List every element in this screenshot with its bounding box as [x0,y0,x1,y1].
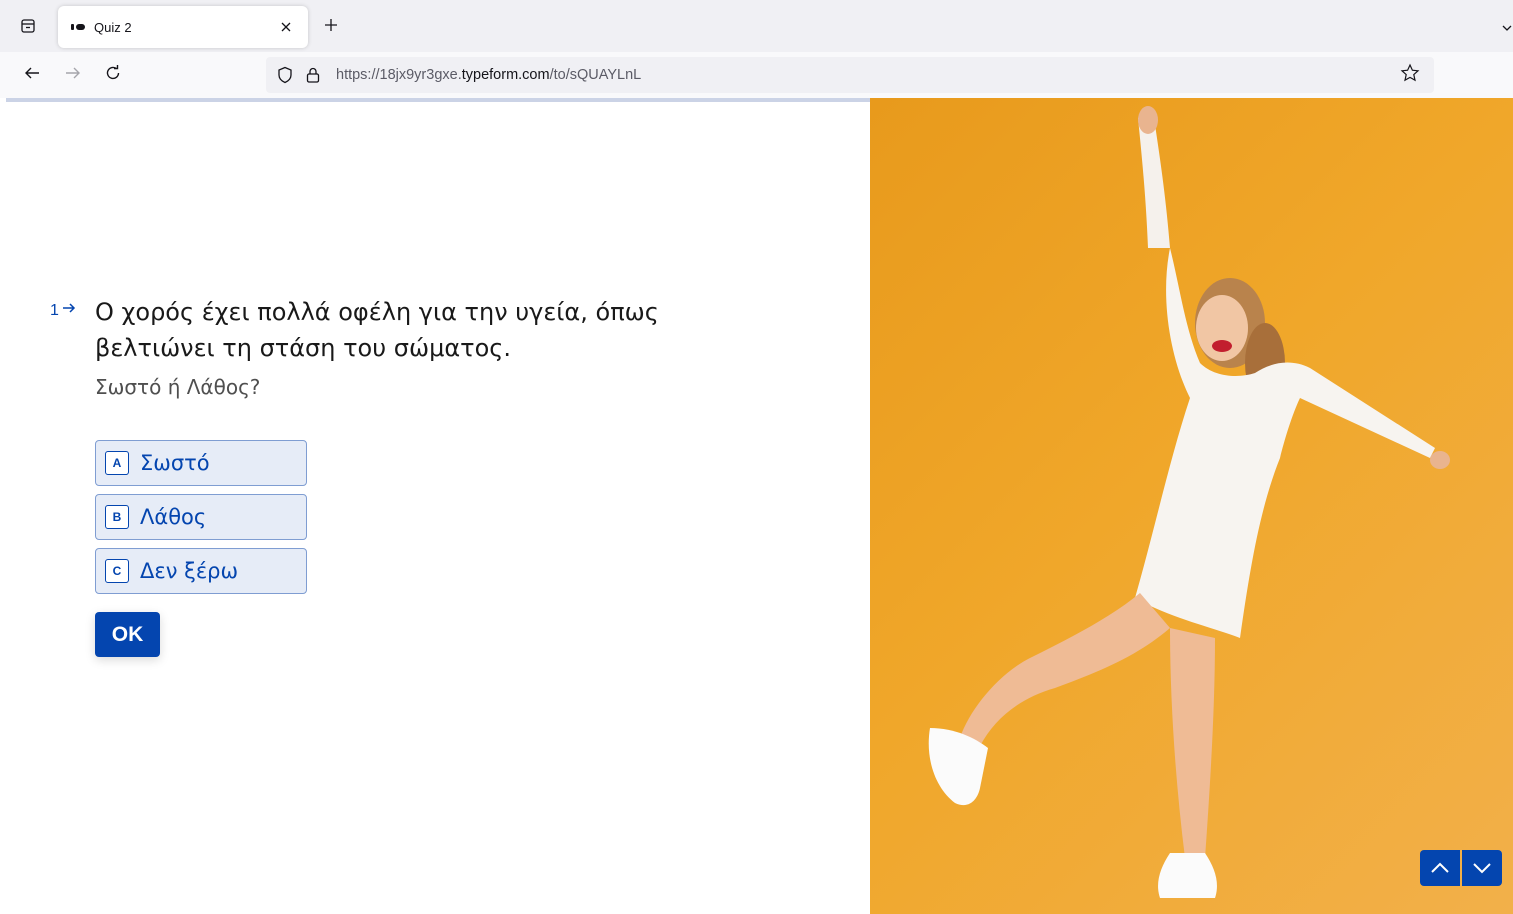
dancer-illustration [928,106,1450,898]
chevron-down-icon [1500,23,1513,38]
choice-key: A [105,451,129,475]
next-question-button[interactable] [1462,850,1502,886]
address-bar[interactable]: https://18jx9yr3gxe.typeform.com/to/sQUA… [266,57,1434,93]
browser-tab[interactable]: Quiz 2 [58,6,308,48]
star-icon [1400,63,1420,87]
choice-a[interactable]: A Σωστό [95,440,307,486]
typeform-page: 1 Ο χορός έχει πολλά οφέλη για την υγεία… [0,98,1513,914]
back-arrow-icon [23,64,41,86]
question-number-value: 1 [50,301,59,319]
tab-title: Quiz 2 [94,19,132,35]
choices-list: A Σωστό B Λάθος C Δεν ξέρω [95,440,307,602]
tracking-shield-icon[interactable] [274,64,296,86]
chevron-up-icon [1430,859,1450,878]
url-domain: typeform.com [461,67,550,83]
previous-question-button[interactable] [1420,850,1460,886]
choice-label: Σωστό [140,451,210,475]
arrow-right-icon [61,301,77,320]
question-number: 1 [50,301,77,320]
bookmark-button[interactable] [1398,63,1422,87]
lock-icon[interactable] [302,64,324,86]
progress-bar [6,98,870,102]
url-path: /to/sQUAYLnL [549,67,642,83]
chevron-down-icon [1472,859,1492,878]
navigation-toolbar: https://18jx9yr3gxe.typeform.com/to/sQUA… [0,52,1513,98]
choice-key: C [105,559,129,583]
question-title: Ο χορός έχει πολλά οφέλη για την υγεία, … [95,298,659,362]
woman-dancing-photo [870,98,1513,914]
ok-button[interactable]: OK [95,612,160,657]
new-tab-button[interactable] [318,14,344,40]
typeform-favicon-icon [70,19,86,35]
close-tab-button[interactable] [276,17,296,37]
question-navigation [1420,850,1502,886]
forward-button[interactable] [60,62,86,88]
url-prefix: https://18jx9yr3gxe. [336,67,462,83]
close-icon [280,18,292,37]
forward-arrow-icon [64,64,82,86]
tab-strip: Quiz 2 [0,0,1513,52]
choice-b[interactable]: B Λάθος [95,494,307,540]
tab-list-button[interactable] [14,14,42,42]
choice-label: Λάθος [140,505,207,529]
question-subtitle: Σωστό ή Λάθος? [95,375,261,399]
reload-icon [104,64,122,86]
question-block: 1 Ο χορός έχει πολλά οφέλη για την υγεία… [50,294,770,402]
plus-icon [323,17,339,37]
back-button[interactable] [19,62,45,88]
tab-overflow-button[interactable] [1500,18,1513,38]
choice-label: Δεν ξέρω [140,559,239,583]
reload-button[interactable] [100,62,126,88]
choice-key: B [105,505,129,529]
choice-c[interactable]: C Δεν ξέρω [95,548,307,594]
url-text: https://18jx9yr3gxe.typeform.com/to/sQUA… [336,67,641,83]
tab-list-icon [20,18,36,38]
